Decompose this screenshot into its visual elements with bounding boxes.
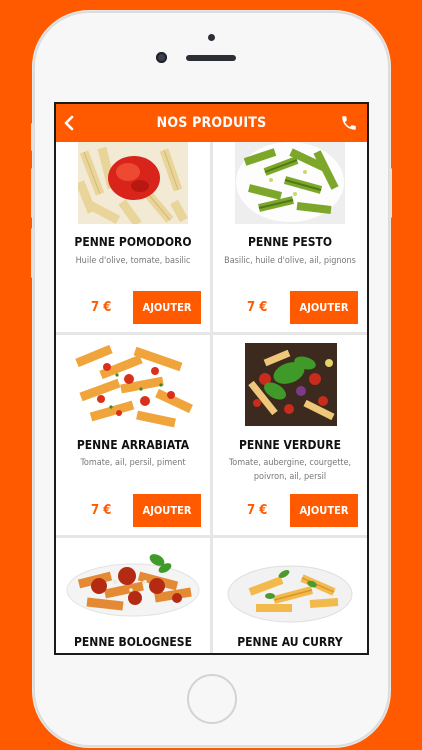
product-card: PENNE BOLOGNESE xyxy=(56,538,210,653)
add-button[interactable]: AJOUTER xyxy=(290,291,358,324)
proximity-sensor xyxy=(208,34,215,41)
product-card: PENNE PESTO Basilic, huile d'olive, ail,… xyxy=(213,142,367,332)
product-photo-curry xyxy=(226,546,354,626)
page-title: NOS PRODUITS xyxy=(156,115,267,131)
product-photo-pomodoro xyxy=(78,142,188,224)
app-screen: NOS PRODUITS PENNE POMODORO Huile d'oliv… xyxy=(54,102,369,655)
product-photo-pesto xyxy=(235,142,345,224)
volume-down-button xyxy=(31,228,34,278)
product-card: PENNE POMODORO Huile d'olive, tomate, ba… xyxy=(56,142,210,332)
product-description: Tomate, ail, persil, piment xyxy=(80,458,186,468)
product-name: PENNE VERDURE xyxy=(239,438,341,452)
product-photo-bolognese xyxy=(65,546,201,618)
volume-up-button xyxy=(31,168,34,218)
home-button[interactable] xyxy=(187,674,237,724)
phone-icon[interactable] xyxy=(340,114,358,132)
product-card: PENNE ARRABIATA Tomate, ail, persil, pim… xyxy=(56,335,210,535)
chevron-left-icon[interactable] xyxy=(62,115,76,131)
product-name: PENNE POMODORO xyxy=(74,235,192,249)
product-price: 7 € xyxy=(91,503,112,518)
product-description: Tomate, aubergine, courgette, poivron, a… xyxy=(228,458,352,482)
product-description: Huile d'olive, tomate, basilic xyxy=(75,256,191,266)
product-card: PENNE VERDURE Tomate, aubergine, courget… xyxy=(213,335,367,535)
product-photo-verdure xyxy=(245,343,337,426)
add-button[interactable]: AJOUTER xyxy=(290,494,358,527)
front-camera xyxy=(156,52,167,63)
add-button[interactable]: AJOUTER xyxy=(133,494,201,527)
product-name: PENNE BOLOGNESE xyxy=(74,635,192,649)
top-bar: NOS PRODUITS xyxy=(56,104,367,142)
earpiece-speaker xyxy=(186,55,236,61)
mute-switch xyxy=(31,123,34,151)
power-button xyxy=(389,168,392,218)
product-price: 7 € xyxy=(91,300,112,315)
product-grid: PENNE POMODORO Huile d'olive, tomate, ba… xyxy=(56,142,367,653)
product-name: PENNE ARRABIATA xyxy=(76,438,190,452)
product-price: 7 € xyxy=(247,300,268,315)
product-price: 7 € xyxy=(247,503,268,518)
product-photo-arrabiata xyxy=(71,345,195,428)
product-name: PENNE PESTO xyxy=(247,235,333,249)
product-name: PENNE AU CURRY xyxy=(237,635,343,649)
product-description: Basilic, huile d'olive, ail, pignons xyxy=(224,256,356,266)
add-button[interactable]: AJOUTER xyxy=(133,291,201,324)
product-card: PENNE AU CURRY xyxy=(213,538,367,653)
